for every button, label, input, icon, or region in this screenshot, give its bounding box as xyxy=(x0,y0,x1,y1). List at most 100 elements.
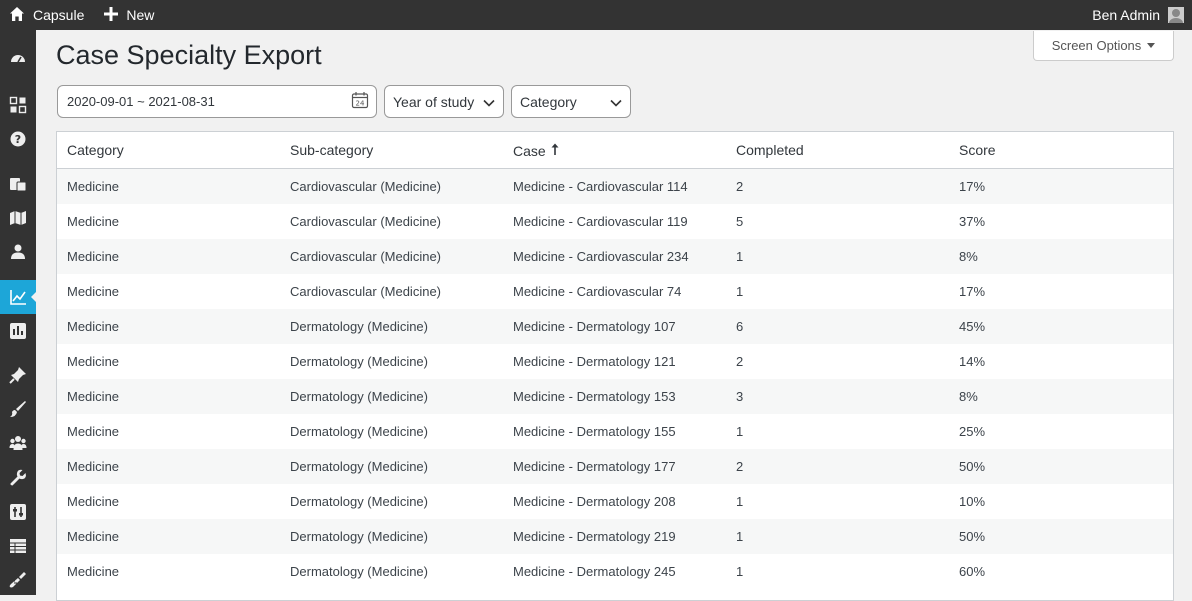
case-cell: Medicine - Dermatology 208 xyxy=(513,494,676,509)
wrench-icon[interactable] xyxy=(0,461,36,495)
completed-cell: 1 xyxy=(736,284,744,299)
column-header-completed[interactable]: Completed xyxy=(726,142,949,158)
sub-category-cell: Cardiovascular (Medicine) xyxy=(290,214,441,229)
score-cell: 8% xyxy=(959,249,978,264)
apps-grid-icon[interactable] xyxy=(0,88,36,122)
date-range-input[interactable]: 2020-09-01 ~ 2021-08-31 24 xyxy=(57,85,377,118)
category-cell: Medicine xyxy=(67,249,120,264)
svg-text:?: ? xyxy=(15,133,21,146)
category-cell: Medicine xyxy=(67,179,120,194)
table-row[interactable]: Medicine Dermatology (Medicine) Medicine -… xyxy=(57,309,1173,344)
help-icon[interactable]: ? xyxy=(0,122,36,156)
calendar-day: 24 xyxy=(356,100,365,108)
column-header-sub-category[interactable]: Sub-category xyxy=(280,142,503,158)
category-value: Category xyxy=(520,93,577,110)
case-cell: Medicine - Dermatology 121 xyxy=(513,354,676,369)
completed-cell: 2 xyxy=(736,354,744,369)
site-home-link[interactable]: Capsule xyxy=(0,0,94,30)
category-cell: Medicine xyxy=(67,389,120,404)
score-cell: 25% xyxy=(959,424,986,439)
completed-cell: 5 xyxy=(736,214,744,229)
sub-category-cell: Dermatology (Medicine) xyxy=(290,319,428,334)
tools-icon[interactable] xyxy=(0,563,36,597)
case-cell: Medicine - Cardiovascular 119 xyxy=(513,214,688,229)
score-cell: 50% xyxy=(959,529,986,544)
user-icon[interactable] xyxy=(0,235,36,269)
category-cell: Medicine xyxy=(67,319,120,334)
score-cell: 8% xyxy=(959,389,978,404)
year-of-study-value: Year of study xyxy=(393,93,475,110)
admin-top-bar: Capsule New Ben Admin xyxy=(0,0,1192,30)
sub-category-cell: Cardiovascular (Medicine) xyxy=(290,284,441,299)
case-cell: Medicine - Dermatology 245 xyxy=(513,564,676,579)
table-row[interactable]: Medicine Dermatology (Medicine) Medicine -… xyxy=(57,519,1173,554)
year-of-study-select[interactable]: Year of study xyxy=(384,85,504,118)
score-cell: 37% xyxy=(959,214,986,229)
table-row[interactable]: Medicine Dermatology (Medicine) Medicine -… xyxy=(57,344,1173,379)
case-cell: Medicine - Cardiovascular 114 xyxy=(513,179,688,194)
table-row[interactable]: Medicine Dermatology (Medicine) Medicine -… xyxy=(57,554,1173,589)
case-cell: Medicine - Dermatology 153 xyxy=(513,389,676,404)
cases-icon[interactable] xyxy=(0,167,36,201)
analytics-icon[interactable] xyxy=(0,280,36,314)
score-cell: 14% xyxy=(959,354,986,369)
column-header-category[interactable]: Category xyxy=(57,142,280,158)
completed-cell: 1 xyxy=(736,249,744,264)
chevron-down-icon xyxy=(483,94,495,110)
score-cell: 10% xyxy=(959,494,986,509)
table-row[interactable]: Medicine Dermatology (Medicine) Medicine -… xyxy=(57,484,1173,519)
table-row[interactable]: Medicine Dermatology (Medicine) Medicine -… xyxy=(57,449,1173,484)
score-cell: 45% xyxy=(959,319,986,334)
case-cell: Medicine - Cardiovascular 74 xyxy=(513,284,682,299)
completed-cell: 2 xyxy=(736,179,744,194)
filter-bar: 2020-09-01 ~ 2021-08-31 24 Year of study… xyxy=(57,85,631,118)
table-icon[interactable] xyxy=(0,529,36,563)
calendar-icon[interactable]: 24 xyxy=(351,91,369,112)
case-cell: Medicine - Dermatology 155 xyxy=(513,424,676,439)
sub-category-cell: Dermatology (Medicine) xyxy=(290,529,428,544)
table-row[interactable]: Medicine Dermatology (Medicine) Medicine -… xyxy=(57,379,1173,414)
screen-options-label: Screen Options xyxy=(1051,38,1142,53)
completed-cell: 1 xyxy=(736,529,744,544)
account-menu[interactable]: Ben Admin xyxy=(1092,0,1192,30)
score-cell: 17% xyxy=(959,179,986,194)
groups-icon[interactable] xyxy=(0,426,36,460)
table-row[interactable]: Medicine Cardiovascular (Medicine) Medicin… xyxy=(57,274,1173,309)
sub-category-cell: Dermatology (Medicine) xyxy=(290,424,428,439)
table-row[interactable]: Medicine Cardiovascular (Medicine) Medicin… xyxy=(57,239,1173,274)
category-cell: Medicine xyxy=(67,284,120,299)
new-content-link[interactable]: New xyxy=(94,0,164,30)
chevron-down-icon xyxy=(610,94,622,110)
sub-category-cell: Cardiovascular (Medicine) xyxy=(290,249,441,264)
pin-icon[interactable] xyxy=(0,358,36,392)
completed-cell: 1 xyxy=(736,424,744,439)
dashboard-icon[interactable] xyxy=(0,42,36,76)
settings-icon[interactable] xyxy=(0,495,36,529)
map-icon[interactable] xyxy=(0,201,36,235)
table-row[interactable]: Medicine Cardiovascular (Medicine) Medicin… xyxy=(57,169,1173,204)
completed-cell: 3 xyxy=(736,389,744,404)
completed-cell: 2 xyxy=(736,459,744,474)
category-select[interactable]: Category xyxy=(511,85,631,118)
screen-options-button[interactable]: Screen Options xyxy=(1033,31,1174,61)
avatar xyxy=(1168,7,1184,23)
table-header: Category Sub-category Case Completed Sco… xyxy=(57,132,1173,169)
main-content: Case Specialty Export Screen Options 202… xyxy=(36,30,1192,601)
brush-icon[interactable] xyxy=(0,392,36,426)
user-name: Ben Admin xyxy=(1092,7,1160,23)
reports-icon[interactable] xyxy=(0,314,36,348)
caret-down-icon xyxy=(1147,43,1156,48)
new-label: New xyxy=(126,7,155,23)
table-row[interactable]: Medicine Dermatology (Medicine) Medicine -… xyxy=(57,414,1173,449)
page-title: Case Specialty Export xyxy=(56,40,322,70)
category-cell: Medicine xyxy=(67,564,120,579)
table-row[interactable]: Medicine Cardiovascular (Medicine) Medicin… xyxy=(57,204,1173,239)
column-header-case[interactable]: Case xyxy=(503,142,726,159)
sub-category-cell: Dermatology (Medicine) xyxy=(290,459,428,474)
case-cell: Medicine - Cardiovascular 234 xyxy=(513,249,689,264)
table-body: Medicine Cardiovascular (Medicine) Medicin… xyxy=(57,169,1173,589)
sub-category-cell: Cardiovascular (Medicine) xyxy=(290,179,441,194)
column-header-score[interactable]: Score xyxy=(949,142,1172,158)
sub-category-cell: Dermatology (Medicine) xyxy=(290,564,428,579)
case-cell: Medicine - Dermatology 107 xyxy=(513,319,676,334)
